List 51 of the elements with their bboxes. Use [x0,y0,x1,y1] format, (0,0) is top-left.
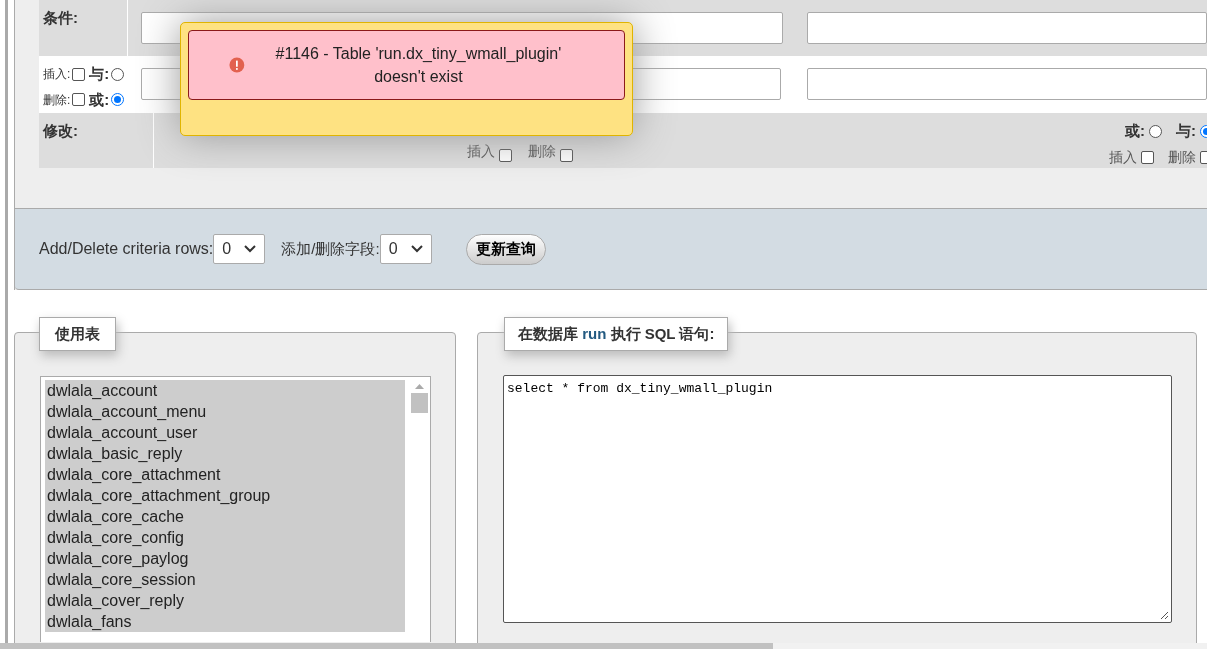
table-option[interactable]: dwlala_core_attachment [45,464,405,485]
radio-button[interactable] [111,67,125,81]
error-message: #1146 - Table 'run.dx_tiny_wmall_plugin' doesn't exist [274,44,563,87]
sql-textarea[interactable]: select * from dx_tiny_wmall_plugin [503,375,1172,623]
checkbox[interactable] [72,93,86,107]
delete-label: 删除 [1168,147,1196,167]
table-option[interactable]: dwlala_cover_reply [45,590,405,611]
table-listbox[interactable] [40,376,431,642]
table-option[interactable]: dwlala_core_paylog [45,548,405,569]
scrollbar-thumb[interactable] [410,393,428,413]
radio-button[interactable] [111,93,125,107]
chevron-down-icon [410,245,423,253]
fieldset-legend: 在数据库 run 执行 SQL 语句: [504,317,729,351]
table-option[interactable]: dwlala_account [45,380,405,401]
delete-label: 删除: [43,91,71,109]
table-option[interactable]: dwlala_core_attachment_group [45,485,405,506]
resize-grip-icon [1160,611,1169,620]
horizontal-scrollbar[interactable] [0,643,1207,649]
or-label: 或: [1125,121,1145,141]
criteria-rows-label: Add/Delete criteria rows: [39,239,214,259]
table-option[interactable]: dwlala_account_user [45,422,405,443]
and-label: 与: [89,64,110,84]
fields-select[interactable]: 0 [379,234,432,264]
table-option[interactable]: dwlala_core_session [45,569,405,590]
update-query-button[interactable]: 更新查询 [465,233,546,265]
chevron-down-icon [244,245,257,253]
input-field[interactable] [807,12,1207,44]
fieldset-legend: 使用表 [39,317,116,351]
checkbox[interactable] [72,67,86,81]
modify-label: 修改: [43,122,78,139]
or-label: 或: [89,89,110,110]
criteria-rows-select[interactable]: 0 [213,234,266,264]
insert-label: 插入 [1109,147,1137,167]
error-icon [229,56,245,74]
table-option[interactable]: dwlala_core_cache [45,506,405,527]
table-option[interactable]: dwlala_account_menu [45,401,405,422]
radio-button[interactable] [1149,124,1162,138]
table-option[interactable]: dwlala_fans [45,611,405,632]
insert-label: 插入: [43,66,71,84]
fields-label: 添加/删除字段: [281,238,380,259]
table-option[interactable]: dwlala_basic_reply [45,443,405,464]
delete-label: 删除 [528,142,556,161]
sql-query: select * from dx_tiny_wmall_plugin [507,381,773,396]
insert-label: 插入 [467,142,495,161]
input-field[interactable] [807,68,1207,100]
checkbox[interactable] [1141,150,1154,164]
checkbox[interactable] [499,149,512,162]
checkbox[interactable] [560,149,573,162]
and-label: 与: [1176,121,1196,141]
table-option[interactable]: dwlala_core_config [45,527,405,548]
criteria-label: 条件: [43,9,78,26]
